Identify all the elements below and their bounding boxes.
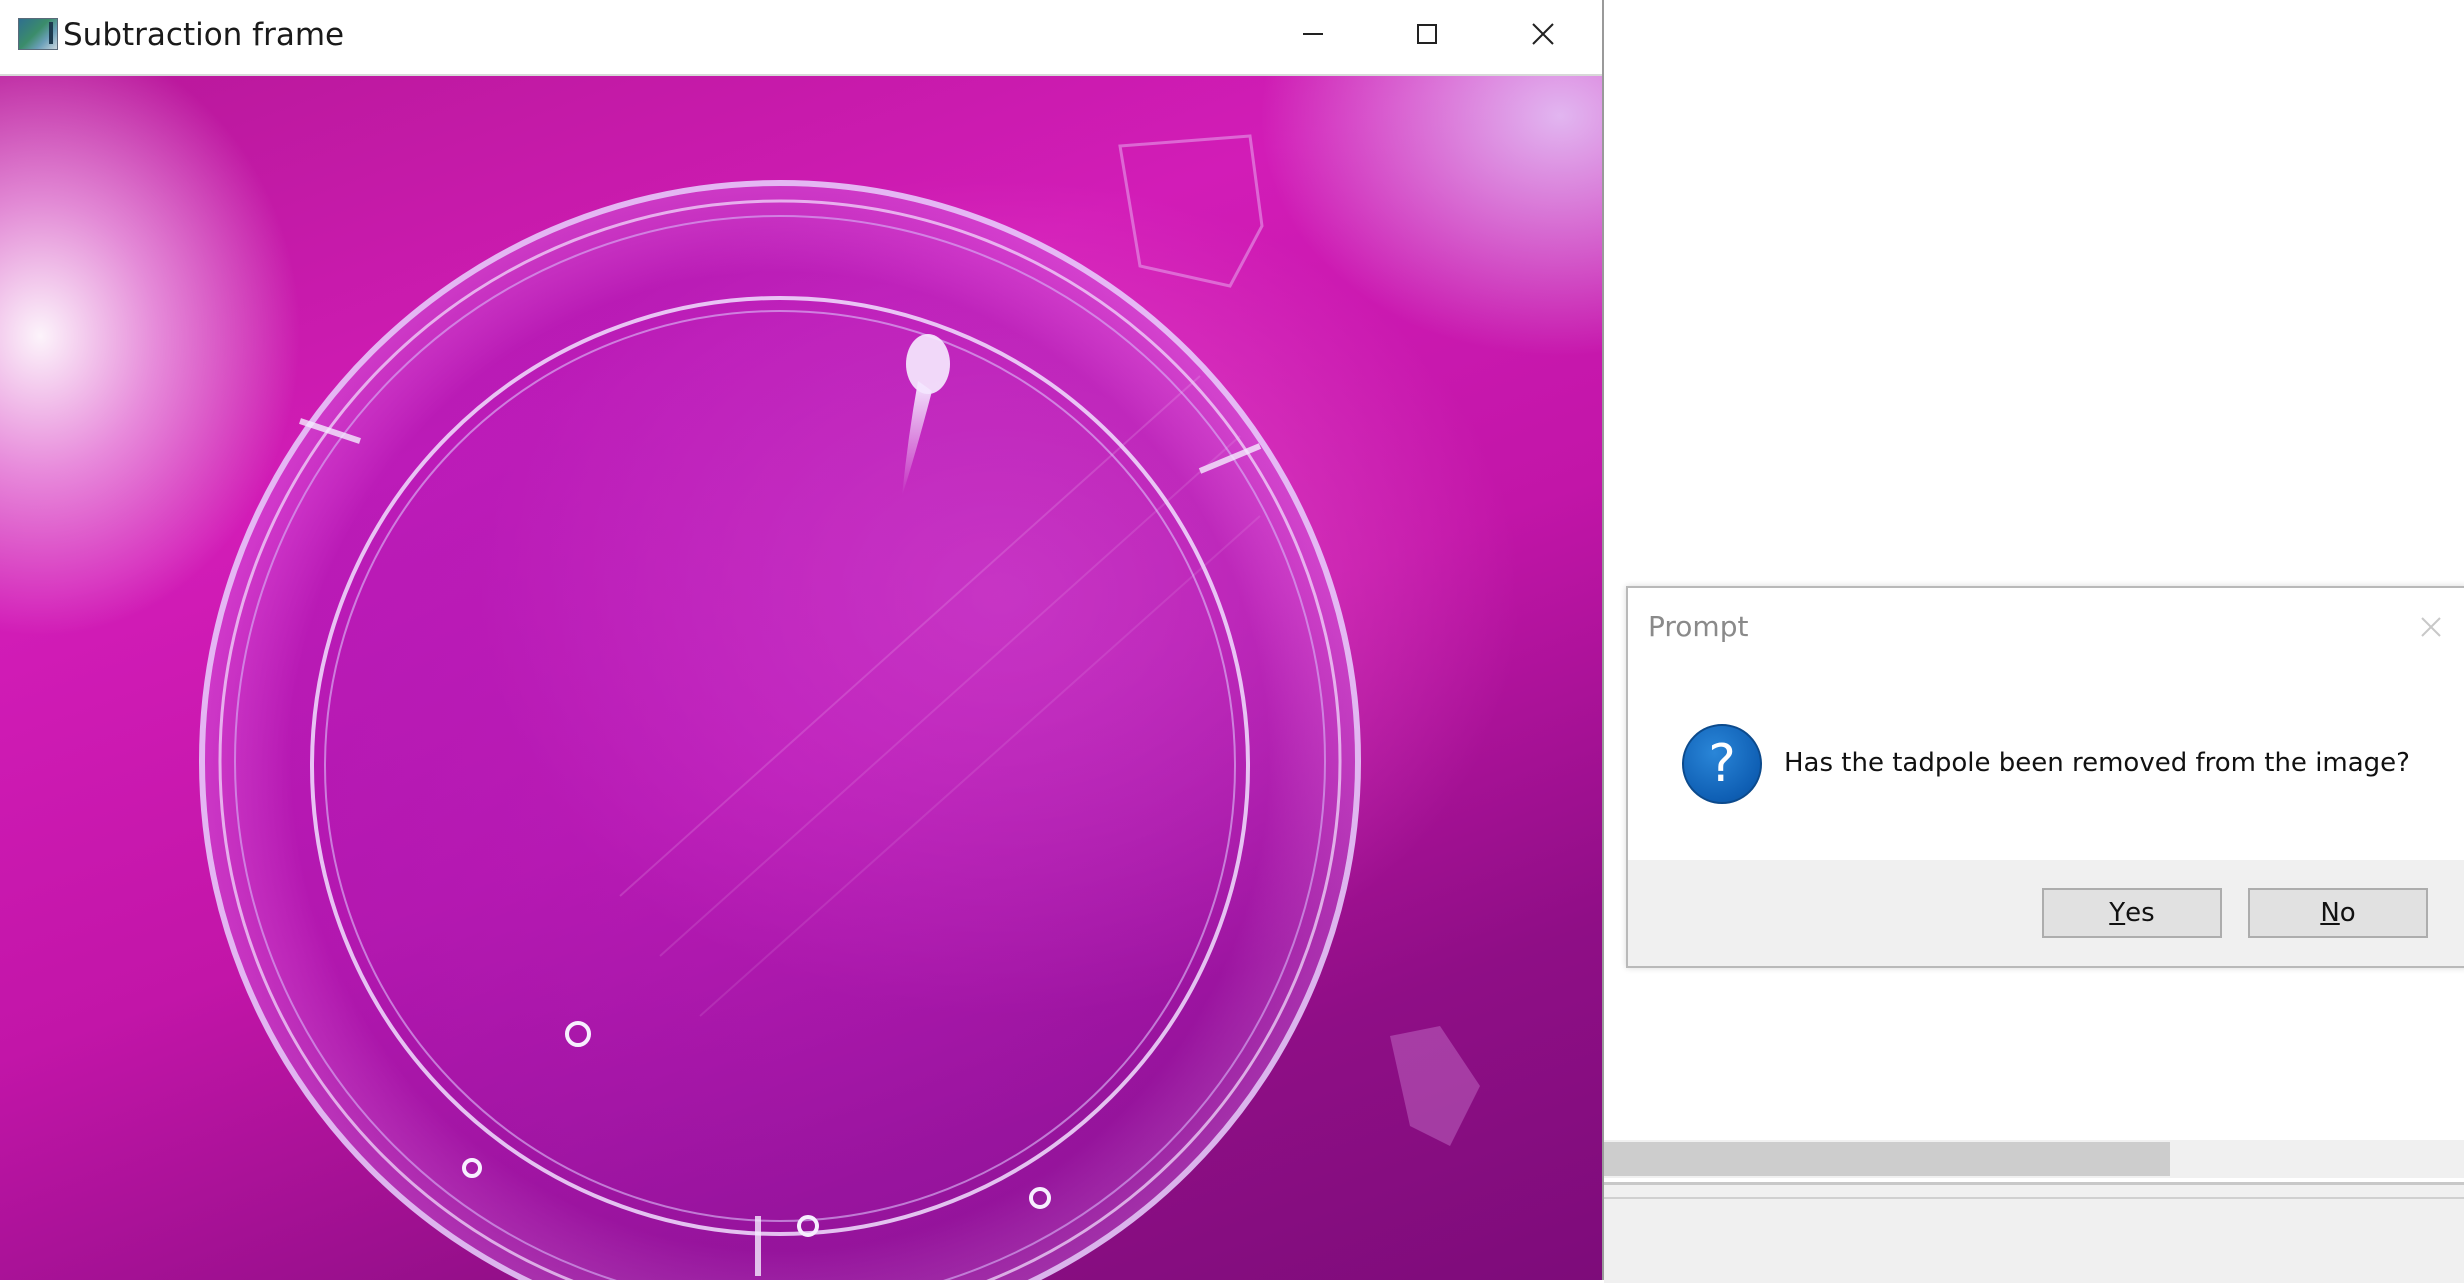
subtraction-frame-window: Subtraction frame (0, 0, 1604, 1280)
subtraction-frame-image (0, 76, 1602, 1280)
yes-button[interactable]: Yes (2042, 888, 2222, 938)
maximize-button[interactable] (1370, 0, 1484, 68)
question-icon: ? (1682, 724, 1762, 804)
prompt-dialog: Prompt ? Has the tadpole been removed fr… (1626, 586, 2464, 968)
dialog-title: Prompt (1648, 610, 1749, 643)
dialog-close-button[interactable] (2416, 612, 2446, 642)
close-button[interactable] (1486, 0, 1600, 68)
title-bar[interactable]: Subtraction frame (0, 0, 1602, 76)
no-button[interactable]: No (2248, 888, 2428, 938)
dialog-message: Has the tadpole been removed from the im… (1784, 748, 2410, 778)
close-icon (1532, 23, 1554, 45)
scrollbar-thumb[interactable] (1604, 1142, 2170, 1176)
close-icon (2421, 617, 2441, 637)
yes-button-label: es (2125, 898, 2155, 928)
background-window-edge (1604, 1182, 2464, 1283)
window-title: Subtraction frame (63, 17, 345, 53)
minimize-icon (1303, 33, 1323, 35)
petri-dish-image (199, 134, 1480, 1280)
app-icon (18, 18, 58, 50)
maximize-icon (1417, 24, 1437, 44)
no-button-mnemonic: N (2320, 898, 2340, 928)
minimize-button[interactable] (1256, 0, 1370, 68)
yes-button-mnemonic: Y (2109, 898, 2126, 928)
no-button-label: o (2339, 898, 2356, 928)
